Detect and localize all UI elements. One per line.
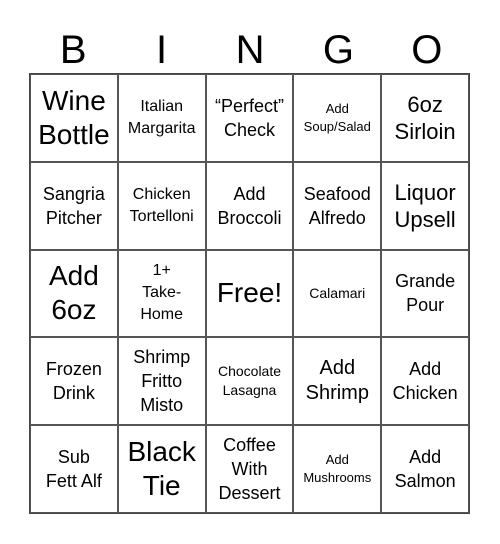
bingo-cell[interactable]: Add Broccoli bbox=[205, 161, 294, 250]
header-letter-g: G bbox=[322, 28, 354, 72]
bingo-cell[interactable]: Add Mushrooms bbox=[293, 425, 382, 513]
bingo-cell[interactable]: Shrimp Fritto Misto bbox=[117, 337, 206, 426]
cell-label: Sub Fett Alf bbox=[45, 447, 102, 492]
cell-label: Sangria Pitcher bbox=[42, 183, 105, 228]
header-letter-i: I bbox=[156, 28, 168, 72]
cell-label: Wine Bottle bbox=[38, 84, 110, 150]
bingo-cell[interactable]: Sangria Pitcher bbox=[30, 161, 118, 250]
bingo-cell[interactable]: Sub Fett Alf bbox=[30, 425, 118, 513]
cell-label: Add Shrimp bbox=[305, 357, 369, 405]
cell-label: Add Mushrooms bbox=[303, 452, 372, 486]
cell-label: 6oz Sirloin bbox=[394, 91, 456, 144]
cell-label: Chocolate Lasagna bbox=[217, 363, 282, 399]
cell-label: Add Chicken bbox=[392, 359, 458, 404]
cell-label: Black Tie bbox=[127, 436, 196, 502]
bingo-cell[interactable]: Add Soup/Salad bbox=[293, 74, 382, 162]
bingo-cell[interactable]: Seafood Alfredo bbox=[293, 161, 382, 250]
cell-label: Add Soup/Salad bbox=[303, 100, 371, 134]
bingo-cell[interactable]: Grande Pour bbox=[381, 249, 469, 338]
bingo-cell[interactable]: Italian Margarita bbox=[117, 74, 206, 162]
cell-label: Add Salmon bbox=[394, 447, 456, 492]
bingo-header: B I N G O bbox=[29, 28, 471, 73]
header-letter-n: N bbox=[235, 28, 265, 72]
header-letter-b: B bbox=[59, 28, 87, 72]
free-space-cell[interactable]: Free! bbox=[205, 249, 294, 338]
bingo-cell[interactable]: Add Chicken bbox=[381, 337, 469, 426]
cell-label: “Perfect” Check bbox=[214, 95, 284, 140]
cell-label: Free! bbox=[216, 277, 283, 309]
cell-label: Chicken Tortelloni bbox=[129, 185, 194, 225]
cell-label: Liquor Upsell bbox=[394, 179, 456, 232]
cell-label: Add Broccoli bbox=[217, 183, 282, 228]
bingo-cell[interactable]: Calamari bbox=[293, 249, 382, 338]
bingo-cell[interactable]: Liquor Upsell bbox=[381, 161, 469, 250]
cell-label: Calamari bbox=[309, 284, 366, 301]
bingo-cell[interactable]: Chicken Tortelloni bbox=[117, 161, 206, 250]
bingo-grid: Wine Bottle Italian Margarita “Perfect” Ch… bbox=[29, 73, 470, 514]
bingo-cell[interactable]: Black Tie bbox=[117, 425, 206, 513]
bingo-cell[interactable]: Frozen Drink bbox=[30, 337, 118, 426]
bingo-cell[interactable]: Wine Bottle bbox=[30, 74, 118, 162]
cell-label: Seafood Alfredo bbox=[303, 183, 371, 228]
cell-label: Frozen Drink bbox=[45, 359, 102, 404]
bingo-cell[interactable]: “Perfect” Check bbox=[205, 74, 294, 162]
bingo-cell[interactable]: Add Salmon bbox=[381, 425, 469, 513]
cell-label: Italian Margarita bbox=[127, 97, 196, 137]
bingo-cell[interactable]: Coffee With Dessert bbox=[205, 425, 294, 513]
bingo-cell[interactable]: Add Shrimp bbox=[293, 337, 382, 426]
cell-label: Coffee With Dessert bbox=[218, 435, 281, 504]
cell-label: Add 6oz bbox=[48, 260, 99, 326]
bingo-cell[interactable]: 1+ Take- Home bbox=[117, 249, 206, 338]
bingo-cell[interactable]: 6oz Sirloin bbox=[381, 74, 469, 162]
bingo-cell[interactable]: Add 6oz bbox=[30, 249, 118, 338]
bingo-cell[interactable]: Chocolate Lasagna bbox=[205, 337, 294, 426]
cell-label: Shrimp Fritto Misto bbox=[133, 347, 191, 416]
header-letter-o: O bbox=[411, 28, 443, 72]
cell-label: Grande Pour bbox=[395, 271, 456, 316]
cell-label: 1+ Take- Home bbox=[140, 262, 184, 324]
